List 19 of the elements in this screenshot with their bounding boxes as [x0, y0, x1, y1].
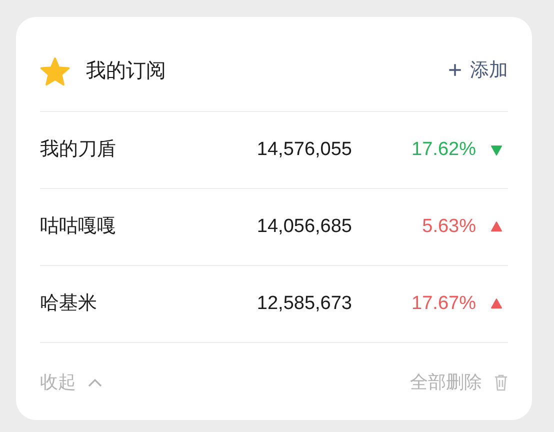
- up-triangle-icon: [490, 298, 503, 310]
- delete-all-button[interactable]: 全部删除: [410, 368, 508, 396]
- row-change: 5.63%: [421, 214, 476, 239]
- row-value: 12,585,673: [256, 292, 352, 316]
- row-change: 17.67%: [410, 292, 476, 316]
- row-name: 我的刀盾: [40, 138, 117, 162]
- row-value: 14,056,685: [256, 214, 352, 239]
- row-name: 咕咕嘎嘎: [40, 214, 117, 239]
- row-change: 17.62%: [410, 138, 476, 162]
- collapse-button[interactable]: 收起: [40, 368, 102, 396]
- chevron-up-icon: [88, 378, 102, 386]
- down-triangle-icon: [490, 144, 503, 156]
- trash-icon: [494, 374, 508, 390]
- star-icon: [40, 56, 70, 86]
- up-triangle-icon: [490, 221, 503, 233]
- card-title: 我的订阅: [86, 59, 166, 84]
- add-button[interactable]: + 添加: [448, 56, 508, 86]
- row-value: 14,576,055: [256, 138, 352, 162]
- row-name: 哈基米: [40, 292, 98, 316]
